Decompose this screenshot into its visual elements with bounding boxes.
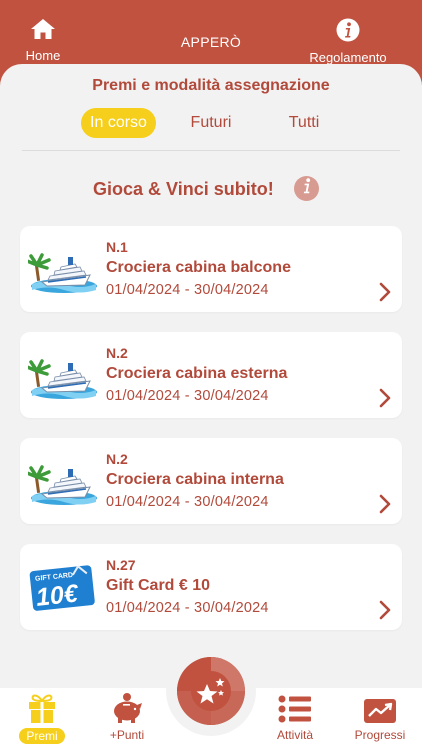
nav-punti[interactable]: +Punti: [104, 688, 150, 750]
main-content: Premi e modalità assegnazione In corso F…: [0, 64, 422, 688]
tab-in-corso[interactable]: In corso: [81, 108, 156, 138]
prize-name: Crociera cabina interna: [106, 471, 284, 488]
nav-progressi-label: Progressi: [354, 728, 406, 742]
prize-card[interactable]: N.2 Crociera cabina interna 01/04/2024 -…: [20, 438, 402, 524]
piggy-bank-icon: [110, 690, 144, 724]
chevron-right-icon: [378, 494, 392, 514]
chevron-right-icon: [378, 388, 392, 408]
nav-premi[interactable]: Premi: [19, 688, 65, 750]
game-title: Gioca & Vinci subito!: [93, 179, 274, 199]
nav-progressi[interactable]: Progressi: [350, 688, 410, 750]
list-icon: [278, 690, 312, 724]
prize-list: N.1 Crociera cabina balcone 01/04/2024 -…: [20, 226, 402, 650]
prize-card[interactable]: GIFT CARD 10€ N.27 Gift Card € 10 01/04/…: [20, 544, 402, 630]
chevron-right-icon: [378, 282, 392, 302]
prize-dates: 01/04/2024 - 30/04/2024: [106, 600, 269, 616]
prize-card[interactable]: N.2 Crociera cabina esterna 01/04/2024 -…: [20, 332, 402, 418]
nav-attivita[interactable]: Attività: [270, 688, 320, 750]
nav-premi-label: Premi: [19, 728, 65, 744]
prize-count: N.27: [106, 557, 136, 573]
prize-count: N.2: [106, 451, 128, 467]
prize-name: Crociera cabina esterna: [106, 365, 288, 382]
rules-button[interactable]: Regolamento: [300, 18, 396, 65]
prize-name: Crociera cabina balcone: [106, 259, 291, 276]
gift-icon: [27, 690, 57, 724]
prize-count: N.2: [106, 345, 128, 361]
prize-count: N.1: [106, 239, 128, 255]
tab-bar: In corso Futuri Tutti: [0, 108, 422, 140]
cruise-ship-icon: [25, 450, 98, 510]
prize-dates: 01/04/2024 - 30/04/2024: [106, 282, 269, 298]
nav-attivita-label: Attività: [276, 728, 313, 742]
gift-card-icon: GIFT CARD 10€: [28, 556, 98, 616]
tab-futuri[interactable]: Futuri: [176, 108, 246, 138]
chevron-right-icon: [378, 600, 392, 620]
prize-name: Gift Card € 10: [106, 577, 211, 594]
tab-tutti[interactable]: Tutti: [272, 108, 336, 138]
prize-dates: 01/04/2024 - 30/04/2024: [106, 494, 269, 510]
prize-card[interactable]: N.1 Crociera cabina balcone 01/04/2024 -…: [20, 226, 402, 312]
divider: [22, 150, 400, 151]
cruise-ship-icon: [25, 344, 98, 404]
nav-punti-label: +Punti: [109, 728, 145, 742]
game-info-button[interactable]: [294, 176, 319, 201]
gift-card-value: 10€: [35, 579, 80, 611]
play-game-button[interactable]: [177, 657, 245, 725]
section-title: Premi e modalità assegnazione: [92, 77, 330, 94]
info-icon: [336, 18, 360, 47]
home-label: Home: [25, 48, 61, 63]
cruise-ship-icon: [25, 238, 98, 298]
prize-dates: 01/04/2024 - 30/04/2024: [106, 388, 269, 404]
trending-up-icon: [363, 690, 397, 724]
info-icon: [300, 178, 314, 199]
rules-label: Regolamento: [309, 50, 387, 65]
